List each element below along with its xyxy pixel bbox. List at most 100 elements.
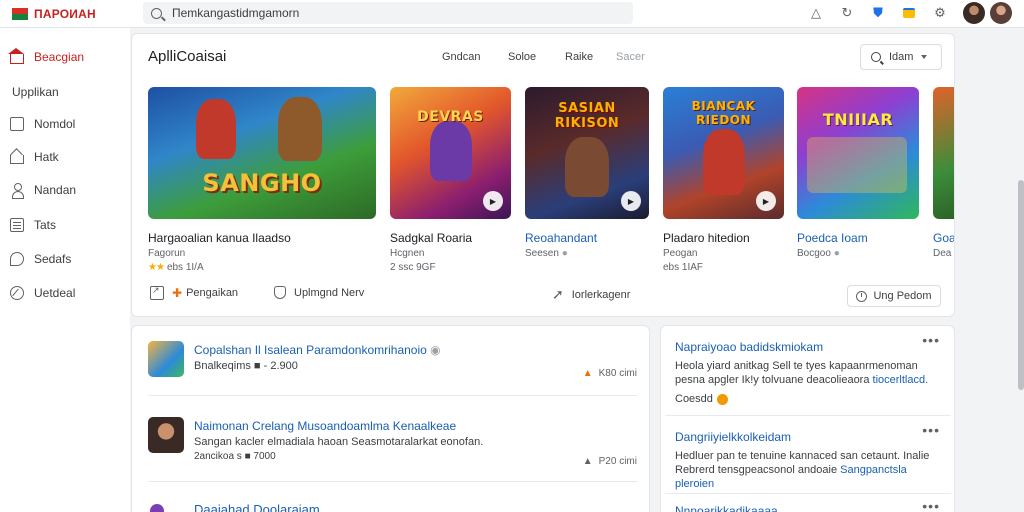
more-options-icon[interactable]: •••	[922, 498, 940, 512]
game-thumbnail[interactable]	[933, 87, 954, 219]
sidebar-item-label: Upplikan	[12, 85, 59, 99]
game-thumbnail[interactable]: BIANCAK RIEDON ▶	[663, 87, 784, 219]
game-developer: Fagorun	[148, 248, 186, 259]
list-item[interactable]: Naimonan Crelang Musoandoamlma Kenaalkea…	[148, 417, 637, 467]
filter-tab-2[interactable]: Soloe	[508, 51, 536, 63]
news-source: Coesdd	[675, 393, 941, 405]
avatar[interactable]	[963, 2, 985, 24]
item-title[interactable]: Copalshan Il Isalean Paramdonkomrihanoio…	[194, 343, 441, 357]
character-art	[278, 97, 322, 161]
game-card[interactable]: Goa Dea	[933, 87, 954, 262]
game-developer: Bocgoo ●	[797, 248, 840, 259]
character-art	[565, 137, 609, 197]
game-thumbnail[interactable]: TNIIIAR	[797, 87, 919, 219]
history-button[interactable]: Ung Pedom	[847, 285, 941, 307]
game-thumbnail[interactable]: SANGHO	[148, 87, 376, 219]
sidebar-item-label: Tats	[34, 218, 57, 232]
news-title[interactable]: Dangriiyielkkolkeidam	[675, 430, 941, 444]
sidebar-item-4[interactable]: Nandan	[10, 180, 76, 200]
action-item-3[interactable]: ➚ Iorlerkagenr	[552, 286, 630, 303]
item-thumbnail	[148, 417, 184, 453]
news-panel: Napraiyoao badidskmiokam Heola yiard ani…	[660, 325, 955, 512]
game-title[interactable]: Pladaro hitedion	[663, 231, 784, 245]
filter-dropdown[interactable]: Idam	[860, 44, 942, 70]
avatar-secondary[interactable]	[990, 2, 1012, 24]
top-icons: △ ↻ ⛊ ⚙	[796, 2, 1012, 24]
top-bar: ПАРОИАН △ ↻ ⛊ ⚙	[0, 0, 1024, 28]
chat-icon	[10, 252, 24, 266]
game-art-text: DEVRAS	[417, 109, 484, 125]
game-card[interactable]: BIANCAK RIEDON ▶ Pladaro hitedion Peogan…	[663, 87, 784, 273]
more-options-icon[interactable]: •••	[922, 332, 940, 348]
play-icon[interactable]: ▶	[483, 191, 503, 211]
sidebar-section-label: Upplikan	[12, 82, 59, 102]
action-item-2[interactable]: Uplmgnd Nerv	[274, 286, 364, 299]
refresh-icon[interactable]: ↻	[836, 2, 858, 24]
app-logo[interactable]: ПАРОИАН	[12, 7, 132, 21]
pencil-icon	[10, 286, 24, 300]
news-body: Heola yiard anitkag Sell te tyes kapaanr…	[675, 360, 929, 386]
news-item[interactable]: Napraiyoao badidskmiokam Heola yiard ani…	[675, 340, 941, 405]
play-icon[interactable]: ▶	[756, 191, 776, 211]
news-item[interactable]: Dangriiyielkkolkeidam Hedluer pan te ten…	[675, 430, 941, 491]
page-scrollbar[interactable]	[1018, 180, 1024, 390]
shield-icon: ◉	[430, 343, 441, 357]
game-title[interactable]: Reoahandant	[525, 231, 649, 245]
game-title[interactable]: Sadgkal Roaria	[390, 231, 511, 245]
bell-icon[interactable]: △	[805, 2, 827, 24]
game-title[interactable]: Poedca Ioam	[797, 231, 919, 245]
sidebar-item-home[interactable]: Beacgian	[8, 47, 84, 67]
item-thumbnail	[148, 341, 184, 377]
game-art-text: SASIAN RIKISON	[554, 101, 620, 131]
item-meta: 2ancikoa s ■ 7000	[194, 451, 276, 462]
game-card[interactable]: SANGHO Hargaoalian kanua Ilaadso Fagorun…	[148, 87, 376, 273]
news-title[interactable]: Nnnoarikkadikaaaa	[675, 504, 941, 512]
sidebar-item-7[interactable]: Uetdeal	[10, 283, 75, 303]
search-bar[interactable]	[143, 2, 633, 24]
gear-icon[interactable]: ⚙	[929, 2, 951, 24]
divider	[665, 415, 951, 416]
star-icon: ★★	[148, 262, 165, 273]
game-title[interactable]: Hargaoalian kanua Ilaadso	[148, 231, 376, 245]
filter-tab-4[interactable]: Sacer	[616, 51, 645, 63]
action-item-1[interactable]: ✚ Pengaikan	[150, 285, 238, 300]
news-title[interactable]: Napraiyoao badidskmiokam	[675, 340, 941, 354]
game-card[interactable]: TNIIIAR Poedca Ioam Bocgoo ●	[797, 87, 919, 262]
list-item[interactable]: Copalshan Il Isalean Paramdonkomrihanoio…	[148, 341, 637, 381]
history-button-label: Ung Pedom	[873, 290, 932, 302]
list-item[interactable]: Daaiahad Doolaraiam	[148, 501, 637, 512]
game-rating: 2 ssc 9GF	[390, 262, 436, 273]
action-label: Uplmgnd Nerv	[294, 286, 365, 299]
sidebar-item-2[interactable]: Nomdol	[10, 114, 75, 134]
game-card[interactable]: SASIAN RIKISON ▶ Reoahandant Seesen ●	[525, 87, 649, 262]
folder-icon[interactable]	[898, 2, 920, 24]
sidebar-item-3[interactable]: Hatk	[10, 147, 59, 167]
apps-section: AplliCoaisai Gndcan Soloe Raike Sacer Id…	[131, 33, 955, 317]
sidebar-item-6[interactable]: Sedafs	[10, 249, 71, 269]
character-art	[807, 137, 907, 193]
item-title[interactable]: Daaiahad Doolaraiam	[194, 502, 320, 512]
activity-list: Copalshan Il Isalean Paramdonkomrihanoio…	[131, 325, 650, 512]
sidebar-item-label: Nomdol	[34, 117, 76, 131]
game-art-text: SANGHO	[202, 169, 322, 197]
game-thumbnail[interactable]: DEVRAS ▶	[390, 87, 511, 219]
more-options-icon[interactable]: •••	[922, 422, 940, 438]
game-rating: ebs 1IAF	[663, 262, 704, 273]
item-title[interactable]: Naimonan Crelang Musoandoamlma Kenaalkea…	[194, 419, 456, 433]
play-icon[interactable]: ▶	[621, 191, 641, 211]
shield-icon[interactable]: ⛊	[867, 2, 889, 24]
share-icon: ➚	[552, 286, 564, 302]
filter-tab-3[interactable]: Raike	[565, 51, 593, 63]
item-description: Bnalkeqims ■ - 2.900	[194, 360, 298, 372]
home-icon	[8, 48, 24, 64]
list-icon	[10, 218, 24, 232]
character-art	[703, 129, 745, 195]
news-item[interactable]: Nnnoarikkadikaaaa	[675, 504, 941, 512]
game-thumbnail[interactable]: SASIAN RIKISON ▶	[525, 87, 649, 219]
filter-tab-1[interactable]: Gndcan	[442, 51, 481, 63]
search-input[interactable]	[172, 6, 612, 20]
like-icon: ▲	[582, 368, 593, 379]
game-card[interactable]: DEVRAS ▶ Sadgkal Roaria Hcgnen 2 ssc 9GF	[390, 87, 511, 273]
game-title[interactable]: Goa	[933, 231, 954, 245]
sidebar-item-5[interactable]: Tats	[10, 215, 56, 235]
